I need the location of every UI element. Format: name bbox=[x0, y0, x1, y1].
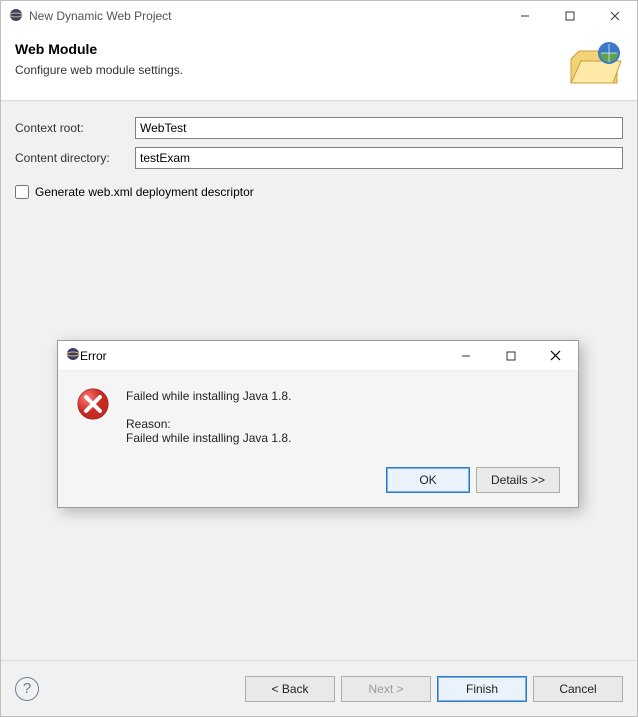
error-dialog-title: Error bbox=[80, 349, 443, 363]
next-button[interactable]: Next > bbox=[341, 676, 431, 702]
minimize-icon bbox=[461, 351, 471, 361]
error-dialog-buttons: OK Details >> bbox=[76, 467, 560, 493]
generate-webxml-checkbox[interactable] bbox=[15, 185, 29, 199]
error-text: Failed while installing Java 1.8. Reason… bbox=[126, 389, 291, 445]
wizard-footer: ? < Back Next > Finish Cancel bbox=[1, 660, 637, 716]
eclipse-icon bbox=[9, 8, 23, 25]
context-root-row: Context root: bbox=[15, 117, 623, 139]
error-message-area: Failed while installing Java 1.8. Reason… bbox=[76, 389, 560, 445]
close-button[interactable] bbox=[592, 2, 637, 31]
window-titlebar[interactable]: New Dynamic Web Project bbox=[1, 1, 637, 31]
wizard-banner: Web Module Configure web module settings… bbox=[1, 31, 637, 101]
ok-button[interactable]: OK bbox=[386, 467, 470, 493]
banner-icon bbox=[567, 39, 623, 94]
content-directory-label: Content directory: bbox=[15, 151, 135, 165]
back-button[interactable]: < Back bbox=[245, 676, 335, 702]
help-button[interactable]: ? bbox=[15, 677, 39, 701]
banner-heading: Web Module bbox=[15, 41, 183, 57]
maximize-icon bbox=[506, 351, 516, 361]
maximize-button[interactable] bbox=[547, 2, 592, 31]
error-reason-label: Reason: bbox=[126, 417, 291, 431]
error-minimize-button[interactable] bbox=[443, 341, 488, 370]
error-icon bbox=[76, 387, 110, 424]
content-directory-input[interactable] bbox=[135, 147, 623, 169]
content-directory-row: Content directory: bbox=[15, 147, 623, 169]
wizard-window: New Dynamic Web Project Web Module Confi… bbox=[0, 0, 638, 717]
window-title: New Dynamic Web Project bbox=[29, 9, 502, 23]
context-root-label: Context root: bbox=[15, 121, 135, 135]
generate-webxml-label: Generate web.xml deployment descriptor bbox=[35, 185, 254, 199]
close-icon bbox=[610, 11, 620, 21]
banner-sub: Configure web module settings. bbox=[15, 63, 183, 77]
error-dialog-body: Failed while installing Java 1.8. Reason… bbox=[58, 371, 578, 507]
error-dialog: Error bbox=[57, 340, 579, 508]
context-root-input[interactable] bbox=[135, 117, 623, 139]
minimize-button[interactable] bbox=[502, 2, 547, 31]
error-dialog-titlebar[interactable]: Error bbox=[58, 341, 578, 371]
maximize-icon bbox=[565, 11, 575, 21]
wizard-content: Context root: Content directory: Generat… bbox=[1, 103, 637, 660]
minimize-icon bbox=[520, 11, 530, 21]
error-maximize-button[interactable] bbox=[488, 341, 533, 370]
finish-button[interactable]: Finish bbox=[437, 676, 527, 702]
error-reason: Failed while installing Java 1.8. bbox=[126, 431, 291, 445]
error-close-button[interactable] bbox=[533, 341, 578, 370]
eclipse-icon bbox=[66, 347, 80, 364]
close-icon bbox=[550, 350, 561, 361]
help-icon: ? bbox=[23, 680, 31, 697]
cancel-button[interactable]: Cancel bbox=[533, 676, 623, 702]
banner-text: Web Module Configure web module settings… bbox=[15, 41, 183, 77]
details-button[interactable]: Details >> bbox=[476, 467, 560, 493]
error-message: Failed while installing Java 1.8. bbox=[126, 389, 291, 403]
generate-webxml-row: Generate web.xml deployment descriptor bbox=[15, 185, 623, 199]
